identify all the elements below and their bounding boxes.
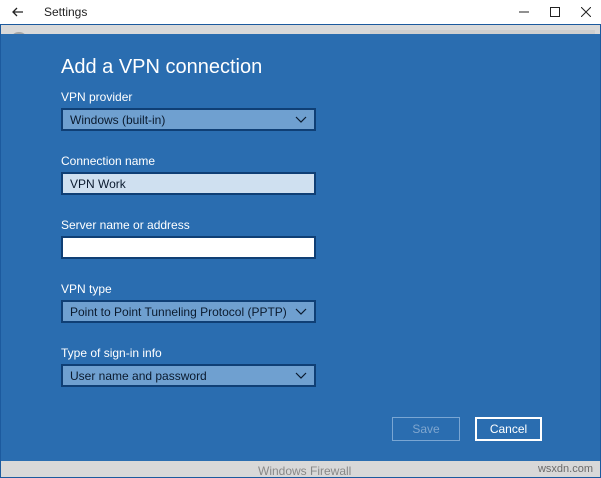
cancel-button[interactable]: Cancel [475, 417, 542, 441]
chevron-down-icon [295, 308, 307, 315]
chevron-down-icon [295, 116, 307, 123]
sign-in-type-label: Type of sign-in info [61, 346, 162, 360]
vpn-type-label: VPN type [61, 282, 112, 296]
sign-in-type-select[interactable]: User name and password [61, 364, 316, 387]
background-list-item: Windows Firewall [258, 464, 352, 478]
save-button[interactable]: Save [392, 417, 460, 441]
dialog-title: Add a VPN connection [61, 56, 263, 78]
vpn-type-select[interactable]: Point to Point Tunneling Protocol (PPTP) [61, 300, 316, 323]
vpn-provider-label: VPN provider [61, 90, 133, 104]
maximize-button[interactable] [539, 0, 570, 24]
connection-name-input[interactable]: VPN Work [61, 172, 316, 195]
minimize-icon [518, 11, 529, 13]
back-button[interactable] [0, 0, 36, 24]
title-bar: Settings [0, 0, 601, 24]
chevron-down-icon [295, 372, 307, 379]
vpn-type-value: Point to Point Tunneling Protocol (PPTP) [70, 304, 287, 319]
close-button[interactable] [570, 0, 601, 24]
watermark: wsxdn.com [537, 463, 593, 475]
app-title: Settings [44, 5, 88, 19]
sign-in-type-value: User name and password [70, 368, 207, 383]
close-icon [580, 7, 591, 17]
connection-name-value: VPN Work [70, 176, 126, 191]
window-controls [508, 0, 601, 24]
server-label: Server name or address [61, 218, 190, 232]
add-vpn-dialog: Add a VPN connection VPN provider Window… [0, 34, 601, 461]
minimize-button[interactable] [508, 0, 539, 24]
maximize-icon [549, 7, 560, 17]
server-input[interactable] [61, 236, 316, 259]
vpn-provider-select[interactable]: Windows (built-in) [61, 108, 316, 131]
vpn-provider-value: Windows (built-in) [70, 112, 166, 127]
back-arrow-icon [12, 7, 23, 17]
connection-name-label: Connection name [61, 154, 156, 168]
